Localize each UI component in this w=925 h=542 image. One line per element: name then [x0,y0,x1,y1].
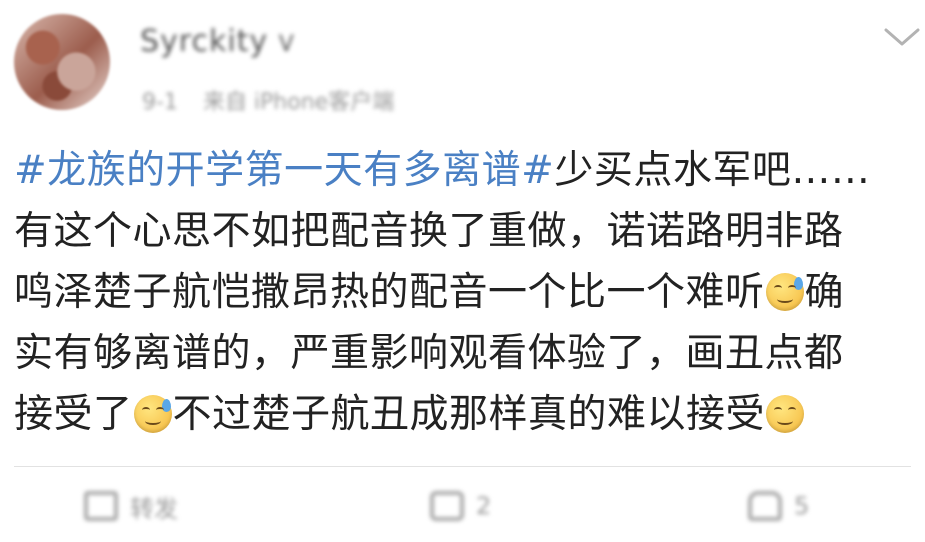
sweat-smile-emoji-icon [765,273,804,311]
post-line-1: #龙族的开学第一天有多离谱#少买点水军吧…… [14,148,871,193]
post-line-3: 鸣泽楚子航恺撒昂热的配音一个比一个难听确 [14,270,845,315]
repost-icon [84,491,118,521]
verified-badge: V [278,32,295,57]
post-line-5: 接受了 不过楚子航丑成那样真的难以接受 [14,384,914,445]
like-button[interactable]: 5 [748,484,809,528]
chevron-down-icon[interactable] [880,22,924,52]
smile-emoji-icon [766,395,805,433]
post-body: #龙族的开学第一天有多离谱#少买点水军吧…… 有这个心思不如把配音换了重做，诺诺… [14,140,914,445]
repost-button[interactable]: 转发 [84,484,178,528]
comment-button[interactable]: 2 [430,484,491,528]
post-meta: 9-1 来自 iPhone客户端 [142,84,412,116]
sweat-smile-emoji-icon [133,395,172,433]
divider [14,466,911,467]
username[interactable]: Syrckity V [140,24,295,59]
thumbs-up-icon [748,491,782,521]
post-time: 9-1 [142,90,178,115]
post-source: 来自 iPhone客户端 [202,90,395,115]
hashtag-link[interactable]: #龙族的开学第一天有多离谱# [14,148,554,193]
post-line-4: 实有够离谱的，严重影响观看体验了，画丑点都 [14,331,844,376]
post-line-2: 有这个心思不如把配音换了重做，诺诺路明非路 [14,209,844,254]
avatar[interactable] [14,14,110,110]
comment-icon [430,491,464,521]
